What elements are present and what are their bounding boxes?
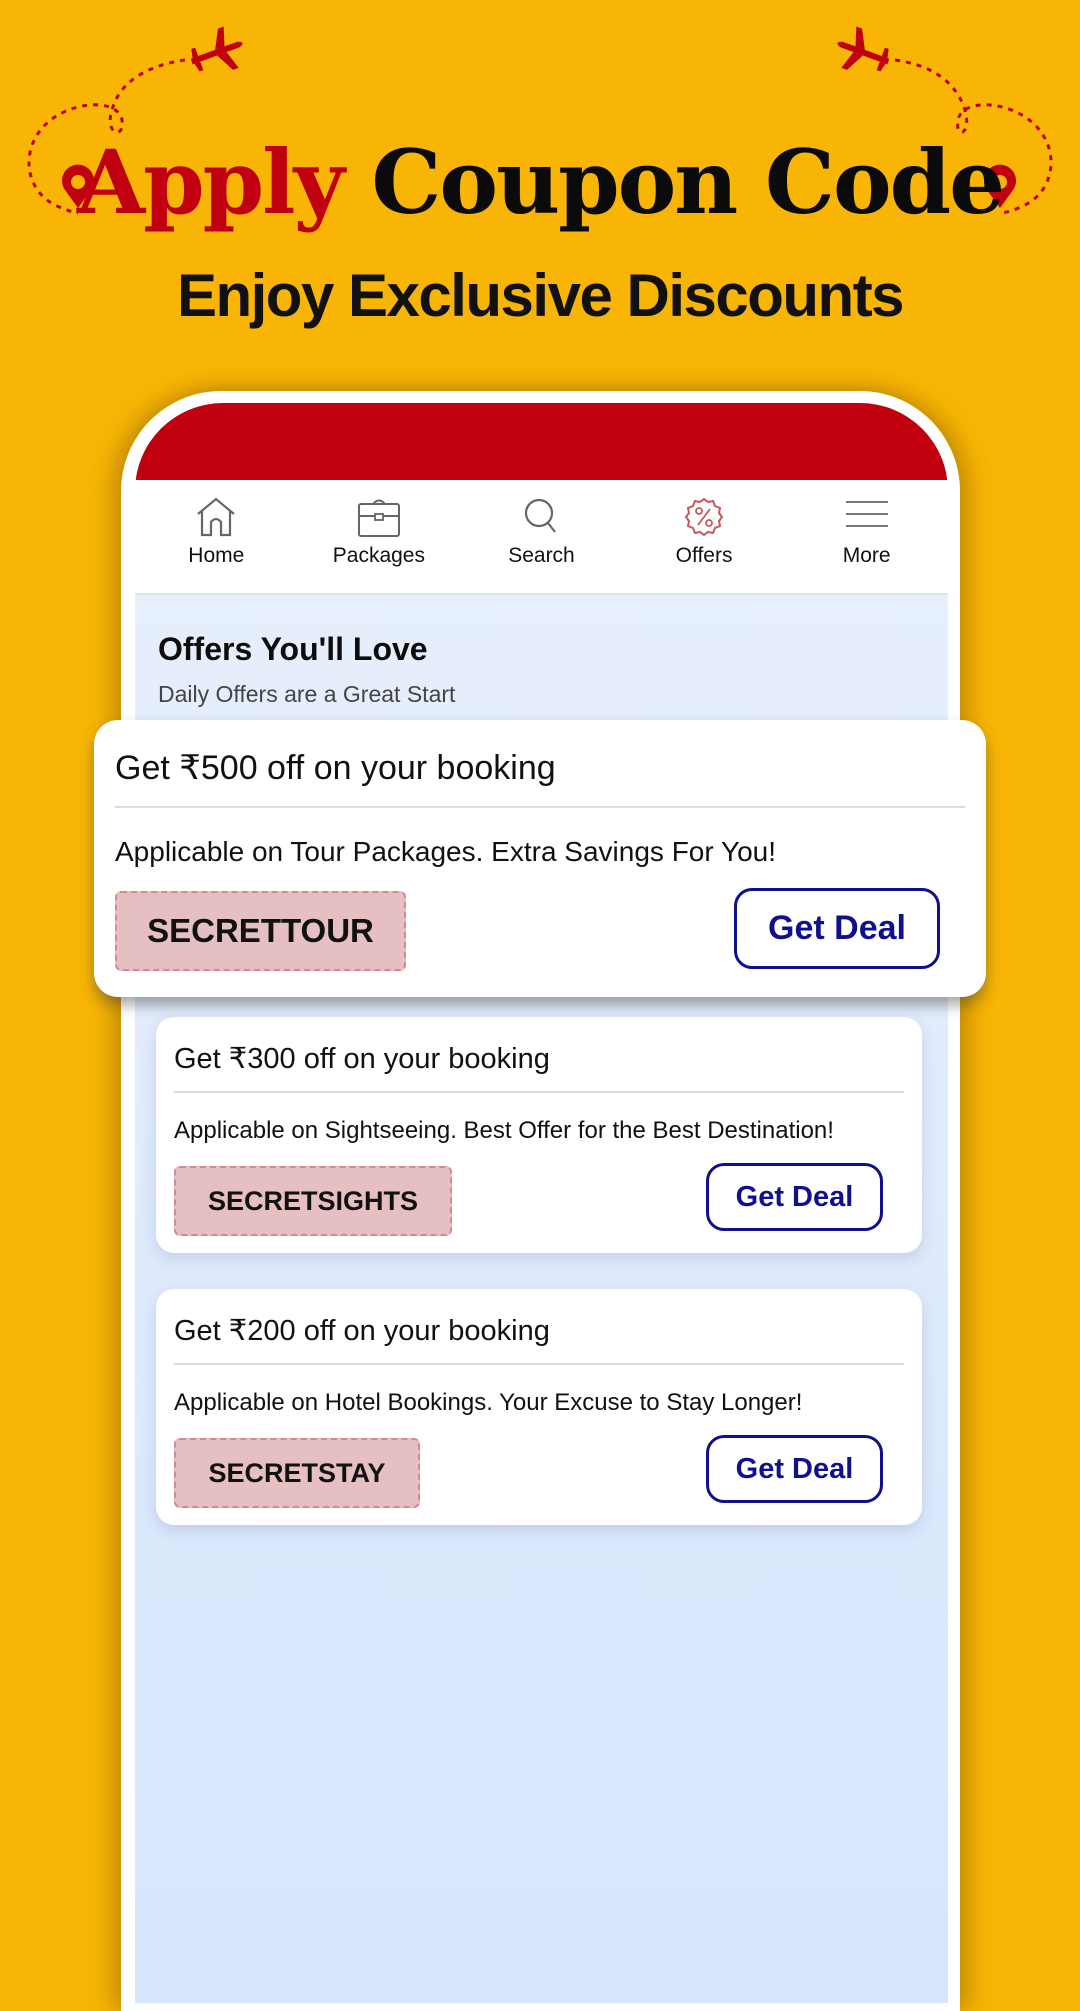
- offer-card: Get ₹200 off on your booking Applicable …: [156, 1289, 922, 1525]
- airplane-icon-right: [837, 26, 890, 72]
- offer-title: Get ₹200 off on your booking: [174, 1315, 550, 1347]
- get-deal-button[interactable]: Get Deal: [706, 1435, 883, 1503]
- nav-item-home[interactable]: Home: [135, 480, 298, 593]
- top-nav: Home Packages Search Offers More: [135, 480, 948, 595]
- briefcase-icon: [357, 499, 400, 537]
- offer-divider: [174, 1091, 904, 1093]
- coupon-code[interactable]: SECRETTOUR: [115, 891, 406, 971]
- offer-badge-icon: [684, 497, 724, 537]
- offer-description: Applicable on Sightseeing. Best Offer fo…: [174, 1117, 834, 1144]
- nav-label-packages: Packages: [332, 544, 425, 567]
- offer-title: Get ₹500 off on your booking: [115, 749, 556, 787]
- home-icon: [197, 497, 236, 537]
- offer-card: Get ₹300 off on your booking Applicable …: [156, 1017, 922, 1253]
- offer-divider: [115, 806, 965, 808]
- nav-label-search: Search: [508, 544, 575, 567]
- offer-divider: [174, 1363, 904, 1365]
- nav-item-offers[interactable]: Offers: [623, 480, 786, 593]
- nav-label-home: Home: [188, 544, 245, 567]
- airplane-icon-left: [190, 26, 243, 72]
- offer-description: Applicable on Hotel Bookings. Your Excus…: [174, 1389, 803, 1416]
- section-subtitle: Daily Offers are a Great Start: [158, 681, 456, 707]
- get-deal-button[interactable]: Get Deal: [734, 888, 940, 969]
- coupon-code[interactable]: SECRETSIGHTS: [174, 1166, 452, 1236]
- offer-title: Get ₹300 off on your booking: [174, 1043, 550, 1075]
- offer-card-featured: Get ₹500 off on your booking Applicable …: [94, 720, 986, 997]
- app-header-bar: [135, 403, 948, 480]
- hero-title-rest: Coupon Code: [371, 130, 1005, 234]
- nav-label-offers: Offers: [675, 544, 733, 567]
- get-deal-button[interactable]: Get Deal: [706, 1163, 883, 1231]
- section-title: Offers You'll Love: [158, 631, 428, 667]
- hero-title-accent: Apply: [76, 130, 345, 234]
- search-icon: [525, 498, 557, 533]
- coupon-code[interactable]: SECRETSTAY: [174, 1438, 420, 1508]
- hero-subtitle: Enjoy Exclusive Discounts: [176, 262, 905, 329]
- hero-title: Apply Coupon Code: [0, 138, 1080, 226]
- nav-item-more[interactable]: More: [785, 480, 948, 593]
- offer-description: Applicable on Tour Packages. Extra Savin…: [115, 836, 776, 867]
- nav-label-more: More: [842, 544, 891, 567]
- nav-item-search[interactable]: Search: [460, 480, 623, 593]
- nav-item-packages[interactable]: Packages: [298, 480, 461, 593]
- menu-icon: [845, 501, 888, 527]
